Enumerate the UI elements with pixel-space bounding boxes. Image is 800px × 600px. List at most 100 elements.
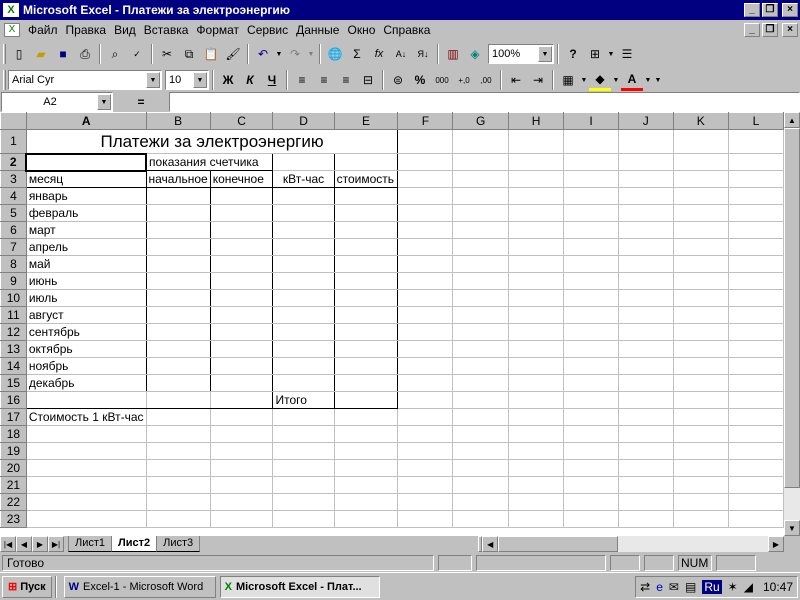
menu-data[interactable]: Данные (292, 21, 343, 39)
cell[interactable] (507, 153, 565, 171)
align-left-icon[interactable]: ≡ (291, 69, 313, 91)
cell[interactable] (272, 204, 335, 222)
cell[interactable] (272, 442, 335, 460)
cell[interactable] (452, 442, 509, 460)
row-header[interactable]: 20 (0, 459, 27, 477)
cell[interactable] (272, 238, 335, 256)
cell[interactable] (452, 510, 509, 528)
cell[interactable] (397, 493, 454, 511)
chart-wizard-icon[interactable]: ▥ (442, 43, 464, 65)
cell[interactable] (617, 476, 674, 494)
cell[interactable] (145, 221, 211, 239)
cell[interactable] (727, 323, 784, 341)
vertical-scrollbar[interactable]: ▲ ▼ (784, 112, 800, 536)
cell[interactable] (563, 204, 619, 222)
cell[interactable] (563, 357, 619, 375)
format-painter-icon[interactable]: 🖌 (222, 43, 244, 65)
cell[interactable] (617, 238, 674, 256)
cell[interactable] (209, 442, 274, 460)
cell[interactable] (672, 255, 729, 273)
row-header[interactable]: 19 (0, 442, 27, 460)
cell[interactable] (145, 374, 211, 392)
month-cell[interactable]: август (25, 306, 147, 324)
cell[interactable] (672, 442, 729, 460)
next-sheet-icon[interactable]: ▶ (32, 536, 48, 552)
desktop-icon[interactable]: ▤ (685, 580, 696, 594)
cell[interactable] (507, 187, 565, 205)
start-button[interactable]: ⊞ Пуск (2, 575, 52, 598)
font-color-icon[interactable]: A (621, 69, 643, 91)
more-buttons-icon[interactable]: ▼ (606, 43, 616, 65)
cell[interactable] (452, 357, 509, 375)
increase-decimal-button[interactable]: +,0 (453, 69, 475, 91)
menu-insert[interactable]: Вставка (140, 21, 193, 39)
cell[interactable] (272, 289, 335, 307)
decrease-decimal-button[interactable]: ,00 (475, 69, 497, 91)
scroll-right-icon[interactable]: ▶ (768, 536, 784, 552)
cell[interactable] (563, 272, 619, 290)
chevron-down-icon[interactable]: ▼ (146, 72, 160, 88)
decrease-indent-icon[interactable]: ⇤ (505, 69, 527, 91)
cell[interactable] (563, 340, 619, 358)
cell[interactable] (563, 493, 619, 511)
cell[interactable] (397, 221, 454, 239)
cell[interactable] (397, 510, 454, 528)
borders-icon[interactable]: ⊞ (584, 43, 606, 65)
cell[interactable] (209, 187, 274, 205)
paste-icon[interactable]: 📋 (200, 43, 222, 65)
cell[interactable] (617, 374, 674, 392)
cell[interactable] (333, 204, 399, 222)
total-cost-cell[interactable] (333, 391, 399, 409)
cell[interactable] (209, 255, 274, 273)
row-header[interactable]: 7 (0, 238, 27, 256)
column-header[interactable]: H (507, 112, 565, 130)
row-header[interactable]: 11 (0, 306, 27, 324)
cell[interactable] (672, 357, 729, 375)
cell[interactable] (563, 510, 619, 528)
thousands-separator-button[interactable]: 000 (431, 69, 453, 91)
close-button[interactable]: × (782, 3, 798, 17)
cell[interactable] (727, 272, 784, 290)
save-icon[interactable]: ■ (52, 43, 74, 65)
cell[interactable] (563, 129, 619, 154)
sheet-tab-3[interactable]: Лист3 (156, 536, 201, 552)
month-cell[interactable]: апрель (25, 238, 147, 256)
cell[interactable] (507, 221, 565, 239)
scroll-down-icon[interactable]: ▼ (784, 520, 800, 536)
cell[interactable] (563, 425, 619, 443)
cell[interactable] (507, 255, 565, 273)
cell[interactable] (272, 323, 335, 341)
menu-view[interactable]: Вид (110, 21, 140, 39)
undo-icon[interactable]: ↶ (252, 43, 274, 65)
more-buttons-icon[interactable]: ▼ (653, 69, 663, 91)
antivirus-icon[interactable]: ✶ (728, 580, 738, 594)
font-name-select[interactable]: Arial Cyr ▼ (8, 70, 162, 90)
row-header[interactable]: 22 (0, 493, 27, 511)
drawing-icon[interactable]: ◈ (464, 43, 486, 65)
chevron-down-icon[interactable]: ▼ (97, 94, 111, 110)
cell[interactable] (397, 357, 454, 375)
cell[interactable] (507, 323, 565, 341)
cell[interactable] (452, 374, 509, 392)
cell[interactable] (145, 510, 211, 528)
month-cell[interactable]: июль (25, 289, 147, 307)
row-header[interactable]: 8 (0, 255, 27, 273)
copy-icon[interactable]: ⧉ (178, 43, 200, 65)
cell[interactable] (452, 323, 509, 341)
cell[interactable] (617, 323, 674, 341)
cell[interactable] (145, 204, 211, 222)
borders-icon[interactable]: ▦ (557, 69, 579, 91)
cell[interactable] (563, 170, 619, 188)
cell[interactable] (333, 255, 399, 273)
row-header[interactable]: 2 (0, 153, 27, 171)
cell[interactable] (672, 340, 729, 358)
sort-ascending-icon[interactable]: A↓ (390, 43, 412, 65)
task-word[interactable]: W Excel-1 - Microsoft Word (63, 575, 216, 598)
cell[interactable] (145, 408, 211, 426)
cell[interactable] (563, 255, 619, 273)
cell[interactable] (145, 425, 211, 443)
cell[interactable] (507, 510, 565, 528)
cell[interactable] (333, 510, 399, 528)
cell[interactable] (452, 493, 509, 511)
cell[interactable] (209, 323, 274, 341)
